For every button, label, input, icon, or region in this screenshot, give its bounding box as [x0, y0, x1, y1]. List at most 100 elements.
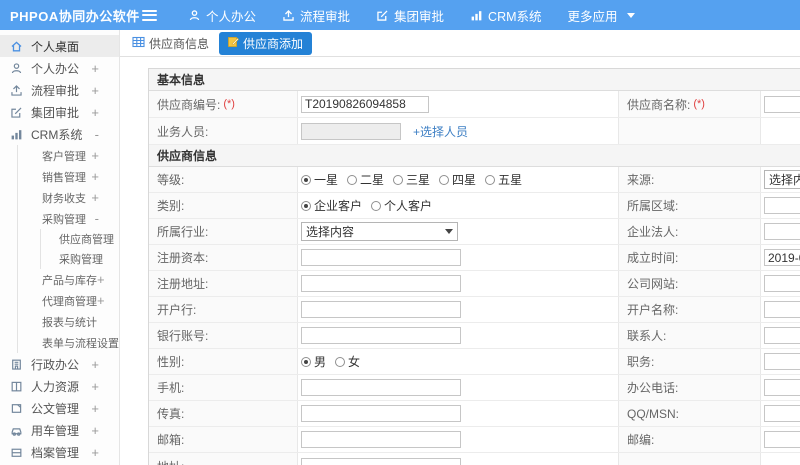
nav-item-group-approval[interactable]: 集团审批	[363, 0, 457, 30]
radio-level-1star[interactable]: 一星	[301, 171, 338, 188]
position-input[interactable]	[764, 353, 800, 370]
sidebar-item-reports-stats[interactable]: 报表与统计	[18, 311, 119, 332]
radio-gender-female[interactable]: 女	[335, 353, 360, 370]
mobile-input[interactable]	[301, 379, 461, 396]
address-input[interactable]	[301, 457, 461, 465]
radio-category-personal[interactable]: 个人客户	[371, 197, 432, 214]
sidebar-item-personal-desktop[interactable]: 个人桌面	[0, 35, 119, 57]
upload-icon	[282, 9, 295, 22]
user-icon	[10, 62, 24, 75]
select-staff-link[interactable]: +选择人员	[413, 123, 468, 140]
founded-date-input[interactable]	[764, 249, 800, 266]
expand-icon[interactable]: +	[91, 379, 111, 394]
sidebar-item-product-inventory[interactable]: 产品与库存 +	[18, 269, 119, 290]
radio-level-3star[interactable]: 三星	[393, 171, 430, 188]
region-input[interactable]	[764, 197, 800, 214]
radio-level-5star[interactable]: 五星	[485, 171, 522, 188]
expand-icon[interactable]: +	[91, 169, 111, 184]
reg-address-input[interactable]	[301, 275, 461, 292]
section-header-basic-info: 基本信息	[149, 69, 800, 91]
expand-icon[interactable]: +	[91, 83, 111, 98]
fax-label: 传真:	[149, 401, 298, 426]
expand-icon[interactable]: +	[91, 423, 111, 438]
chevron-down-icon	[445, 229, 453, 234]
bank-account-input[interactable]	[301, 327, 461, 344]
sidebar-item-personal-office[interactable]: 个人办公 +	[0, 57, 119, 79]
sidebar-item-customer-mgmt[interactable]: 客户管理 +	[18, 145, 119, 166]
supplier-no-input[interactable]	[301, 95, 429, 113]
tab-bar: 供应商信息 供应商添加	[120, 30, 800, 57]
sidebar-item-human-resources[interactable]: 人力资源 +	[0, 375, 119, 397]
expand-icon[interactable]: +	[91, 148, 111, 163]
supplier-name-input[interactable]	[764, 95, 800, 113]
expand-icon[interactable]: +	[91, 61, 111, 76]
form-row-category: 类别: 企业客户 个人客户 所属区域:	[149, 193, 800, 219]
expand-icon[interactable]: +	[91, 190, 111, 205]
sidebar-item-purchasing[interactable]: 采购管理	[41, 249, 119, 269]
form-row-address: 地址:	[149, 453, 800, 465]
legal-person-input[interactable]	[764, 223, 800, 240]
nav-item-workflow-approval[interactable]: 流程审批	[269, 0, 363, 30]
zip-input[interactable]	[764, 431, 800, 448]
region-cell	[761, 193, 800, 218]
sidebar-item-supplier-mgmt[interactable]: 供应商管理	[41, 229, 119, 249]
form-row-reg-address: 注册地址: 公司网站:	[149, 271, 800, 297]
account-name-input[interactable]	[764, 301, 800, 318]
sidebar-item-agent-mgmt[interactable]: 代理商管理 +	[18, 290, 119, 311]
bank-input[interactable]	[301, 301, 461, 318]
category-cell: 企业客户 个人客户	[298, 193, 619, 218]
industry-label: 所属行业:	[149, 219, 298, 244]
nav-item-more-apps[interactable]: 更多应用	[555, 0, 648, 30]
level-cell: 一星 二星 三星 四星 五星	[298, 167, 619, 192]
radio-category-enterprise[interactable]: 企业客户	[301, 197, 362, 214]
expand-icon[interactable]: +	[91, 401, 111, 416]
expand-icon[interactable]: +	[97, 272, 117, 287]
top-navbar: PHPOA协同办公软件 个人办公 流程审批 集团审批 CRM系统 更多应用	[0, 0, 800, 30]
website-input[interactable]	[764, 275, 800, 292]
nav-item-personal-office[interactable]: 个人办公	[175, 0, 269, 30]
office-phone-input[interactable]	[764, 379, 800, 396]
hamburger-menu-icon[interactable]	[142, 9, 157, 21]
capital-input[interactable]	[301, 249, 461, 266]
sidebar-item-workflow-approval[interactable]: 流程审批 +	[0, 79, 119, 101]
sidebar-item-admin-office[interactable]: 行政办公 +	[0, 353, 119, 375]
radio-gender-male[interactable]: 男	[301, 353, 326, 370]
sidebar-item-group-approval[interactable]: 集团审批 +	[0, 101, 119, 123]
expand-icon[interactable]: +	[91, 105, 111, 120]
sidebar-item-sales-mgmt[interactable]: 销售管理 +	[18, 166, 119, 187]
tab-supplier-info[interactable]: 供应商信息	[132, 35, 209, 52]
staff-input[interactable]	[301, 122, 401, 140]
collapse-icon[interactable]: -	[95, 211, 111, 226]
fax-input[interactable]	[301, 405, 461, 422]
sidebar-item-purchase-mgmt[interactable]: 采购管理 -	[18, 208, 119, 229]
qq-msn-input[interactable]	[764, 405, 800, 422]
sidebar-item-finance[interactable]: 财务收支 +	[18, 187, 119, 208]
radio-level-2star[interactable]: 二星	[347, 171, 384, 188]
account-name-label: 开户名称:	[619, 297, 761, 322]
expand-icon[interactable]: +	[97, 293, 117, 308]
sidebar-item-vehicle-mgmt[interactable]: 用车管理 +	[0, 419, 119, 441]
expand-icon[interactable]: +	[91, 357, 111, 372]
nav-item-crm-system[interactable]: CRM系统	[457, 0, 554, 30]
expand-icon[interactable]: +	[91, 445, 111, 460]
sidebar-item-archive-mgmt[interactable]: 档案管理 +	[0, 441, 119, 463]
form-row-mobile: 手机: 办公电话:	[149, 375, 800, 401]
bank-account-label: 银行账号:	[149, 323, 298, 348]
radio-level-4star[interactable]: 四星	[439, 171, 476, 188]
email-input[interactable]	[301, 431, 461, 448]
tab-supplier-add[interactable]: 供应商添加	[219, 31, 313, 55]
account-name-cell	[761, 297, 800, 322]
sidebar-item-document-mgmt[interactable]: 公文管理 +	[0, 397, 119, 419]
office-phone-cell	[761, 375, 800, 400]
collapse-icon[interactable]: -	[95, 127, 111, 142]
required-mark: (*)	[693, 98, 705, 110]
supplier-name-cell	[761, 91, 800, 117]
contact-input[interactable]	[764, 327, 800, 344]
user-icon	[188, 9, 201, 22]
email-label: 邮箱:	[149, 427, 298, 452]
sidebar-item-crm-system[interactable]: CRM系统 -	[0, 123, 119, 145]
sidebar-item-form-workflow-settings[interactable]: 表单与流程设置 +	[18, 332, 119, 353]
office-phone-label: 办公电话:	[619, 375, 761, 400]
source-select[interactable]: 选择内容	[764, 170, 800, 189]
industry-select[interactable]: 选择内容	[301, 222, 458, 241]
